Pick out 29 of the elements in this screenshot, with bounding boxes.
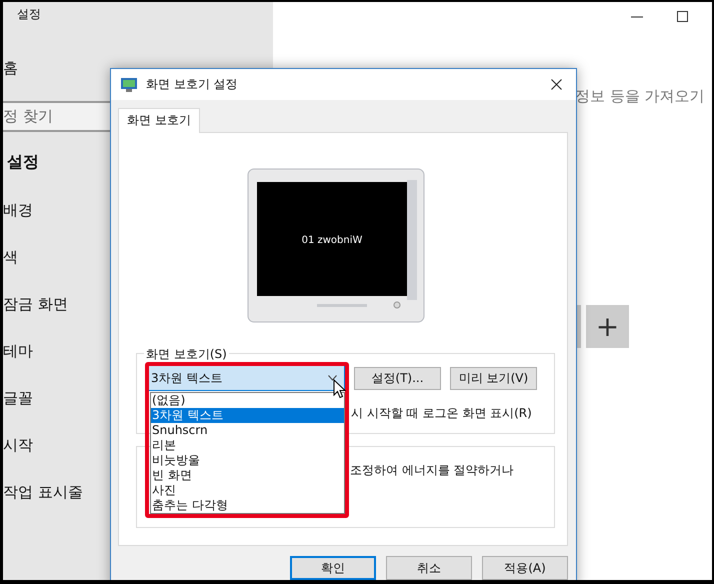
add-button[interactable]: + xyxy=(586,305,629,348)
dropdown-option[interactable]: 리본 xyxy=(151,438,344,453)
logon-label: 시 시작할 때 로그온 화면 표시(R) xyxy=(351,405,533,422)
section-title: 설정 xyxy=(7,152,40,173)
screensaver-dropdown[interactable]: 3차원 텍스트 xyxy=(148,365,345,391)
dialog-button[interactable]: 미리 보기(V) xyxy=(450,366,537,390)
power-text: 조정하여 에너지를 절약하거나 xyxy=(350,462,515,479)
dialog-button[interactable]: 적용(A) xyxy=(482,556,568,580)
tab[interactable]: 화면 보호기 xyxy=(118,108,200,133)
dropdown-option[interactable]: 비눗방울 xyxy=(151,453,344,468)
dialog-title: 화면 보호기 설정 xyxy=(146,76,238,93)
dialog-button[interactable]: 취소 xyxy=(386,556,472,580)
monitor-icon xyxy=(120,76,138,92)
preview-text: 01 zwobniW xyxy=(302,235,362,246)
window-title: 설정 xyxy=(17,6,42,23)
dropdown-option[interactable]: 춤추는 다각형 xyxy=(151,498,344,513)
description-text: 정보 등을 가져오기 xyxy=(575,87,706,106)
dropdown-option[interactable]: 3차원 텍스트 xyxy=(151,408,344,423)
dropdown-option[interactable]: 사진 xyxy=(151,483,344,498)
dialog-button[interactable]: 설정(T)... xyxy=(354,366,441,390)
dropdown-option[interactable]: 빈 화면 xyxy=(151,468,344,483)
dropdown-option[interactable]: Snuhscrn xyxy=(151,423,344,438)
dropdown-option[interactable]: (없음) xyxy=(151,393,344,408)
chevron-icon xyxy=(328,375,337,381)
dialog-button[interactable]: 확인 xyxy=(290,556,376,580)
maximize-icon[interactable] xyxy=(677,10,688,22)
minimize-icon[interactable] xyxy=(631,16,643,18)
close-icon[interactable] xyxy=(551,79,562,90)
group-label: 화면 보호기(S) xyxy=(144,346,229,363)
